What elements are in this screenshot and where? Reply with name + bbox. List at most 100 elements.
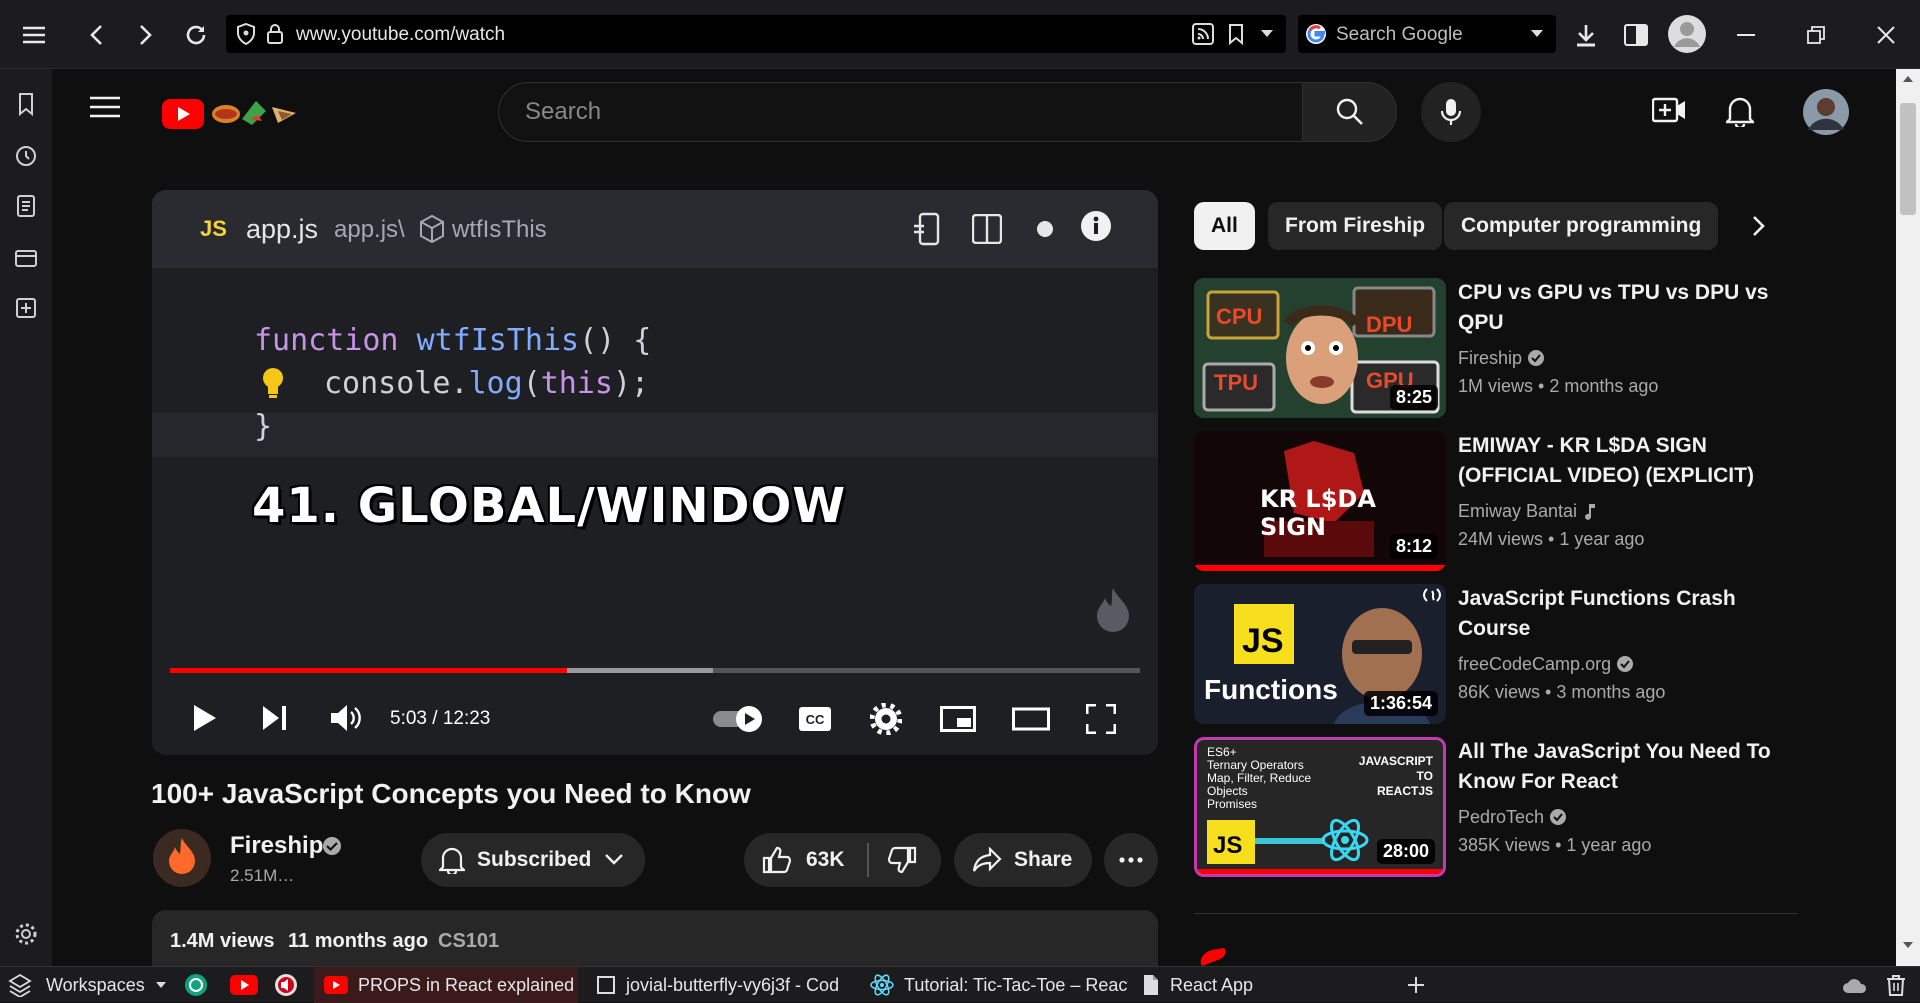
notes-icon[interactable] bbox=[13, 193, 39, 219]
history-icon[interactable] bbox=[13, 143, 39, 169]
bookmark-icon[interactable] bbox=[1228, 23, 1244, 45]
search-engine-bar[interactable]: Search Google bbox=[1298, 15, 1556, 53]
tab-tic-tac-toe[interactable]: Tutorial: Tic-Tac-Toe – React bbox=[864, 967, 1128, 1003]
rec-channel-name[interactable]: PedroTech bbox=[1458, 807, 1544, 827]
download-icon[interactable] bbox=[1568, 17, 1604, 53]
yt-search-input[interactable] bbox=[523, 97, 1223, 127]
scroll-thumb[interactable] bbox=[1900, 103, 1916, 215]
rec-channel-name[interactable]: Emiway Bantai bbox=[1458, 501, 1577, 521]
recommendation-item[interactable]: JS Functions 1:36:54 JavaScript Function… bbox=[1194, 584, 1800, 724]
recommendation-item[interactable]: KR L$DA SIGN 8:12 EMIWAY - KR L$DA SIGN … bbox=[1194, 431, 1800, 571]
like-icon[interactable] bbox=[762, 846, 792, 874]
chip-all[interactable]: All bbox=[1194, 202, 1255, 250]
settings-gear-icon[interactable] bbox=[870, 703, 902, 735]
dislike-icon[interactable] bbox=[887, 846, 917, 874]
add-panel-icon[interactable] bbox=[13, 295, 39, 321]
rss-icon[interactable] bbox=[1192, 23, 1214, 45]
video-player[interactable]: JS app.js app.js\ wtfIsThis function wtf… bbox=[152, 190, 1158, 755]
address-bar[interactable]: www.youtube.com/watch bbox=[226, 15, 1286, 53]
chevron-down-icon[interactable] bbox=[1260, 29, 1274, 39]
new-tab-button[interactable] bbox=[1406, 967, 1434, 1003]
video-tag[interactable]: CS101 bbox=[438, 930, 499, 953]
trash-icon[interactable] bbox=[1886, 967, 1910, 1003]
browser-menu-icon[interactable] bbox=[16, 17, 52, 53]
restore-icon[interactable] bbox=[1798, 17, 1834, 53]
progress-bar[interactable] bbox=[170, 668, 567, 673]
account-avatar[interactable] bbox=[1802, 88, 1850, 136]
rec-channel[interactable]: PedroTech bbox=[1458, 807, 1567, 828]
share-icon bbox=[972, 847, 1002, 873]
url-text[interactable]: www.youtube.com/watch bbox=[296, 24, 505, 46]
tab-codesandbox[interactable]: jovial-butterfly-vy6j3f - Cod bbox=[588, 967, 856, 1003]
chevron-right-icon[interactable] bbox=[1752, 215, 1766, 237]
close-icon[interactable] bbox=[1868, 17, 1904, 53]
tab-props-in-react[interactable]: PROPS in React explained bbox=[314, 967, 578, 1003]
theater-mode-icon[interactable] bbox=[1012, 706, 1050, 732]
youtube-logo[interactable] bbox=[160, 95, 312, 133]
yt-menu-icon[interactable] bbox=[90, 96, 120, 118]
thumb-label: DPU bbox=[1366, 312, 1413, 337]
rec-title[interactable]: EMIWAY - KR L$DA SIGN (OFFICIAL VIDEO) (… bbox=[1458, 431, 1788, 491]
voice-search-button[interactable] bbox=[1421, 82, 1481, 142]
captions-icon[interactable]: CC bbox=[798, 706, 832, 732]
shield-icon[interactable] bbox=[236, 23, 256, 45]
rec-thumbnail[interactable]: CPU DPU TPU GPU 8:25 bbox=[1194, 278, 1446, 418]
notifications-icon[interactable] bbox=[1726, 95, 1754, 127]
scroll-up-icon[interactable] bbox=[1902, 75, 1914, 83]
share-button[interactable]: Share bbox=[954, 833, 1092, 887]
settings-icon[interactable] bbox=[13, 921, 39, 947]
rec-thumbnail[interactable]: JS Functions 1:36:54 bbox=[1194, 584, 1446, 724]
channel-avatar[interactable] bbox=[152, 828, 212, 888]
rec-channel[interactable]: freeCodeCamp.org bbox=[1458, 654, 1634, 675]
channel-name[interactable]: Fireship bbox=[230, 832, 323, 860]
fullscreen-icon[interactable] bbox=[1086, 704, 1116, 734]
thumb-label: TPU bbox=[1214, 370, 1258, 395]
rec-title[interactable]: CPU vs GPU vs TPU vs DPU vs QPU bbox=[1458, 278, 1788, 338]
chip-from-fireship[interactable]: From Fireship bbox=[1268, 202, 1443, 250]
profile-icon[interactable] bbox=[1667, 14, 1707, 54]
back-icon[interactable] bbox=[78, 17, 114, 53]
subscribed-button[interactable]: Subscribed bbox=[421, 833, 645, 887]
device-icon bbox=[912, 212, 942, 246]
page-scrollbar[interactable] bbox=[1896, 69, 1920, 966]
pinned-tab-youtube[interactable] bbox=[230, 967, 258, 1003]
forward-icon[interactable] bbox=[128, 17, 164, 53]
rec-title[interactable]: All The JavaScript You Need To Know For … bbox=[1458, 737, 1788, 797]
autoplay-toggle-icon[interactable] bbox=[712, 704, 766, 734]
pinned-tab-chatgpt[interactable] bbox=[184, 967, 212, 1003]
miniplayer-icon[interactable] bbox=[940, 706, 976, 732]
play-icon[interactable] bbox=[192, 704, 218, 732]
create-video-icon[interactable] bbox=[1652, 96, 1686, 124]
volume-icon[interactable] bbox=[330, 703, 362, 733]
next-icon[interactable] bbox=[262, 705, 288, 731]
yt-search-box[interactable] bbox=[498, 82, 1303, 142]
minimize-icon[interactable] bbox=[1728, 17, 1764, 53]
pinned-tab-audio[interactable] bbox=[272, 967, 306, 1003]
rec-channel[interactable]: Emiway Bantai bbox=[1458, 501, 1598, 522]
rec-channel-name[interactable]: Fireship bbox=[1458, 348, 1522, 368]
wallet-icon[interactable] bbox=[13, 245, 39, 271]
workspaces-button[interactable]: Workspaces bbox=[8, 967, 168, 1003]
recommendation-item[interactable]: ES6+ Ternary Operators Map, Filter, Redu… bbox=[1194, 737, 1800, 877]
tab-react-app[interactable]: React App bbox=[1136, 967, 1392, 1003]
rec-thumbnail[interactable]: KR L$DA SIGN 8:12 bbox=[1194, 431, 1446, 571]
recommendation-item[interactable]: CPU DPU TPU GPU 8:25 CPU vs GPU vs TPU v… bbox=[1194, 278, 1800, 418]
reload-icon[interactable] bbox=[178, 17, 214, 53]
like-count[interactable]: 63K bbox=[806, 848, 845, 872]
cloud-sync-icon[interactable] bbox=[1842, 967, 1870, 1003]
scroll-down-icon[interactable] bbox=[1902, 941, 1914, 949]
chip-computer-programming[interactable]: Computer programming bbox=[1444, 202, 1719, 250]
rec-channel-name[interactable]: freeCodeCamp.org bbox=[1458, 654, 1611, 674]
rec-channel[interactable]: Fireship bbox=[1458, 348, 1545, 369]
bookmark-icon[interactable] bbox=[13, 91, 39, 117]
search-engine-placeholder[interactable]: Search Google bbox=[1336, 24, 1463, 46]
rec-thumbnail[interactable]: ES6+ Ternary Operators Map, Filter, Redu… bbox=[1194, 737, 1446, 877]
description-box[interactable]: 1.4M views 11 months ago CS101 bbox=[152, 910, 1158, 970]
sidebar-toggle-icon[interactable] bbox=[1618, 17, 1654, 53]
chevron-down-icon[interactable] bbox=[1530, 29, 1544, 39]
yt-search-button[interactable] bbox=[1302, 82, 1397, 142]
more-actions-button[interactable] bbox=[1104, 833, 1158, 887]
rec-title[interactable]: JavaScript Functions Crash Course bbox=[1458, 584, 1788, 644]
document-icon bbox=[1142, 974, 1160, 996]
rec-age: 1 year ago bbox=[1559, 529, 1645, 549]
